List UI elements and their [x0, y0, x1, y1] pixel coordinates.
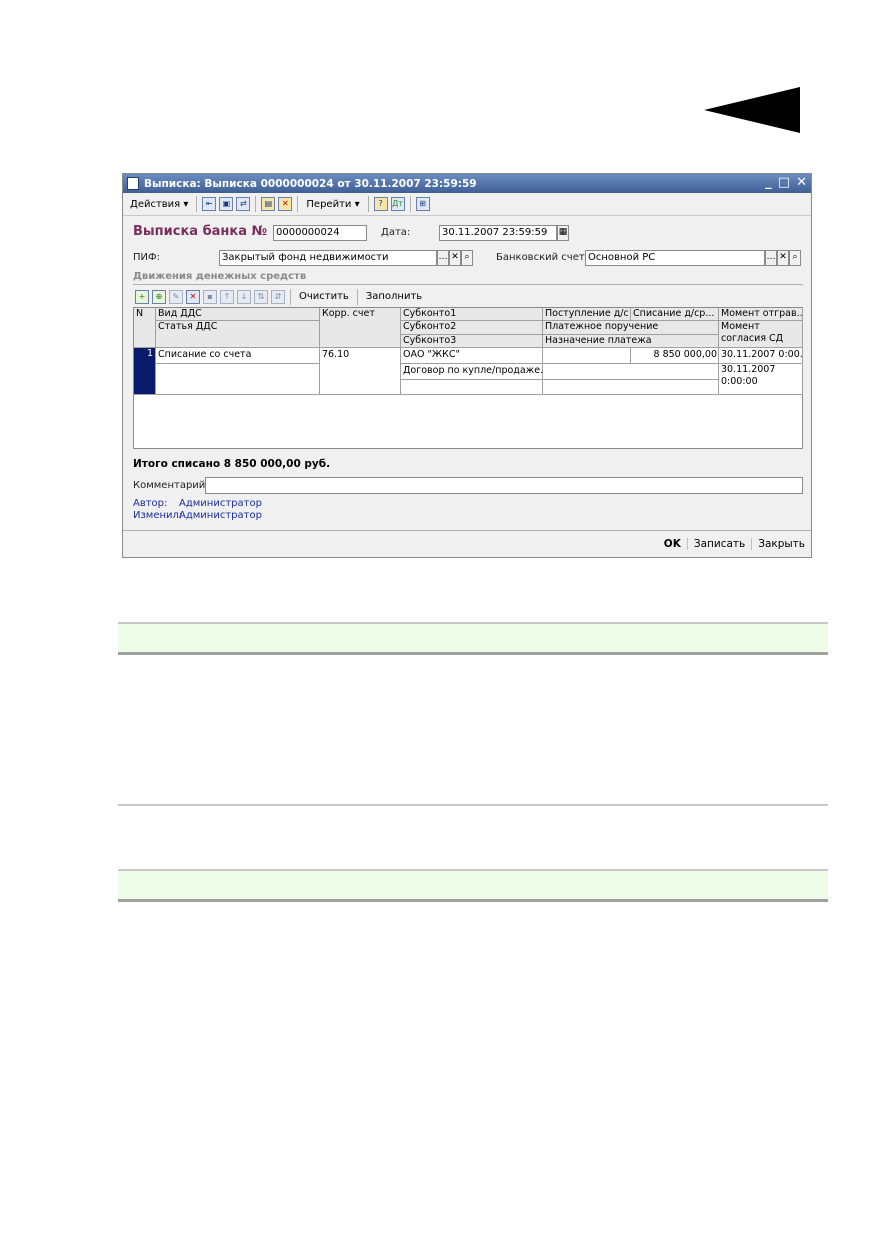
window-footer: OK Записать Закрыть: [123, 530, 811, 557]
cell-moment-sogl-time: 0:00:00: [721, 376, 758, 387]
col-header-subkonto3[interactable]: Субконто3: [401, 335, 543, 348]
left-arrow-icon: [704, 87, 800, 133]
form-heading: Выписка банка №: [133, 224, 268, 239]
dds-table: N Вид ДДС Статья ДДС Корр. счет Субконто…: [133, 307, 803, 449]
section-title: Движения денежных средств: [133, 271, 307, 282]
sort-asc-icon[interactable]: ⇅: [254, 289, 268, 304]
sort-desc-icon[interactable]: ⇵: [271, 289, 285, 304]
pif-label: ПИФ:: [133, 252, 160, 263]
author-value[interactable]: Администратор: [179, 498, 262, 509]
col-header-spisanie[interactable]: Списание д/ср...: [631, 308, 719, 321]
cell-subkonto3[interactable]: [401, 380, 543, 395]
copy-icon[interactable]: ⇄: [236, 197, 251, 211]
cell-vid-dds[interactable]: Списание со счета: [156, 348, 320, 364]
help-icon[interactable]: ?: [373, 197, 388, 211]
col-header-postuplenie[interactable]: Поступление д/с: [543, 308, 631, 321]
col-header-n[interactable]: N: [134, 308, 156, 348]
cell-postuplenie[interactable]: [543, 348, 631, 364]
ok-button[interactable]: OK: [658, 538, 687, 550]
cell-statya-dds[interactable]: [156, 364, 320, 395]
add-row-icon[interactable]: +: [135, 289, 149, 304]
minimize-button[interactable]: _: [765, 175, 772, 190]
fill-button[interactable]: Заполнить: [363, 288, 425, 305]
close-button[interactable]: Закрыть: [751, 538, 811, 550]
bank-account-label: Банковский счет:: [496, 252, 589, 263]
cell-subkonto1[interactable]: ОАО "ЖКС": [401, 348, 543, 364]
navigate-icon[interactable]: ⇤: [202, 197, 217, 211]
move-up-icon[interactable]: ↑: [220, 289, 234, 304]
structure-icon[interactable]: ⊞: [415, 197, 430, 211]
accounting-icon[interactable]: Дт: [390, 197, 405, 211]
clear-button[interactable]: Очистить: [296, 288, 352, 305]
pif-open-button[interactable]: ⌕: [461, 250, 473, 266]
divider-line: [118, 804, 828, 806]
total-text: Итого списано 8 850 000,00 руб.: [133, 458, 331, 470]
col-header-moment-sogl[interactable]: Момент согласия СД: [719, 321, 803, 348]
col-header-moment-otgr[interactable]: Момент отграв...: [719, 308, 803, 321]
refresh-icon[interactable]: ▣: [219, 197, 234, 211]
cell-moment-sogl[interactable]: 30.11.2007 0:00:00: [719, 364, 803, 395]
document-icon: [127, 177, 139, 190]
goto-menu[interactable]: Перейти ▾: [303, 196, 362, 213]
bank-account-field[interactable]: Основной РС: [585, 250, 765, 266]
cell-moment-otgr[interactable]: 30.11.2007 0:00...: [719, 348, 803, 364]
copy-row-icon[interactable]: ⊕: [152, 289, 166, 304]
col-header-vid-dds[interactable]: Вид ДДС: [156, 308, 320, 321]
band-2: [118, 869, 828, 902]
col-header-subkonto1[interactable]: Субконто1: [401, 308, 543, 321]
col-header-statya-dds[interactable]: Статья ДДС: [156, 321, 320, 348]
date-field[interactable]: 30.11.2007 23:59:59: [439, 225, 557, 241]
col-header-naznachenie[interactable]: Назначение платежа: [543, 335, 719, 348]
cell-moment-sogl-date: 30.11.2007: [721, 364, 776, 375]
section-divider: [133, 284, 803, 285]
cell-subkonto2[interactable]: Договор по купле/продаже...: [401, 364, 543, 380]
edit-row-icon[interactable]: ✎: [169, 289, 183, 304]
cell-spisanie[interactable]: 8 850 000,00: [631, 348, 719, 364]
post-icon[interactable]: ▤: [261, 197, 276, 211]
window-title: Выписка: Выписка 0000000024 от 30.11.200…: [144, 177, 477, 190]
cell-korr-schet[interactable]: 76.10: [320, 348, 401, 395]
col-header-platezhnoe[interactable]: Платежное поручение: [543, 321, 719, 335]
calendar-icon[interactable]: ▦: [557, 225, 569, 241]
close-window-button[interactable]: ✕: [796, 175, 807, 190]
author-label: Автор:: [133, 498, 168, 509]
changed-label: Изменил:: [133, 510, 183, 521]
band-1: [118, 622, 828, 655]
cell-naznachenie[interactable]: [543, 380, 719, 395]
end-edit-icon[interactable]: ▪: [203, 289, 217, 304]
col-header-subkonto2[interactable]: Субконто2: [401, 321, 543, 335]
main-toolbar: Действия ▾ ⇤ ▣ ⇄ ▤ ✕ Перейти ▾ ? Дт ⊞: [123, 193, 811, 216]
table-row-number[interactable]: 1: [134, 348, 156, 395]
pif-field[interactable]: Закрытый фонд недвижимости: [219, 250, 437, 266]
maximize-button[interactable]: □: [778, 175, 790, 190]
date-label: Дата:: [381, 227, 411, 238]
actions-menu[interactable]: Действия ▾: [127, 196, 191, 213]
grid-toolbar: + ⊕ ✎ ✕ ▪ ↑ ↓ ⇅ ⇵ Очистить Заполнить: [135, 288, 425, 305]
pif-select-button[interactable]: …: [437, 250, 449, 266]
bank-select-button[interactable]: …: [765, 250, 777, 266]
window-titlebar: Выписка: Выписка 0000000024 от 30.11.200…: [123, 174, 811, 193]
pif-clear-button[interactable]: ✕: [449, 250, 461, 266]
number-field[interactable]: 0000000024: [273, 225, 367, 241]
document-window: Выписка: Выписка 0000000024 от 30.11.200…: [122, 173, 812, 558]
delete-row-icon[interactable]: ✕: [186, 289, 200, 304]
comment-label: Комментарий:: [133, 480, 209, 491]
save-button[interactable]: Записать: [686, 538, 751, 550]
bank-open-button[interactable]: ⌕: [789, 250, 801, 266]
cell-platezhnoe[interactable]: [543, 364, 719, 380]
col-header-korr-schet[interactable]: Корр. счет: [320, 308, 401, 348]
unpost-icon[interactable]: ✕: [278, 197, 293, 211]
bank-clear-button[interactable]: ✕: [777, 250, 789, 266]
changed-value[interactable]: Администратор: [179, 510, 262, 521]
move-down-icon[interactable]: ↓: [237, 289, 251, 304]
comment-field[interactable]: [205, 477, 803, 494]
